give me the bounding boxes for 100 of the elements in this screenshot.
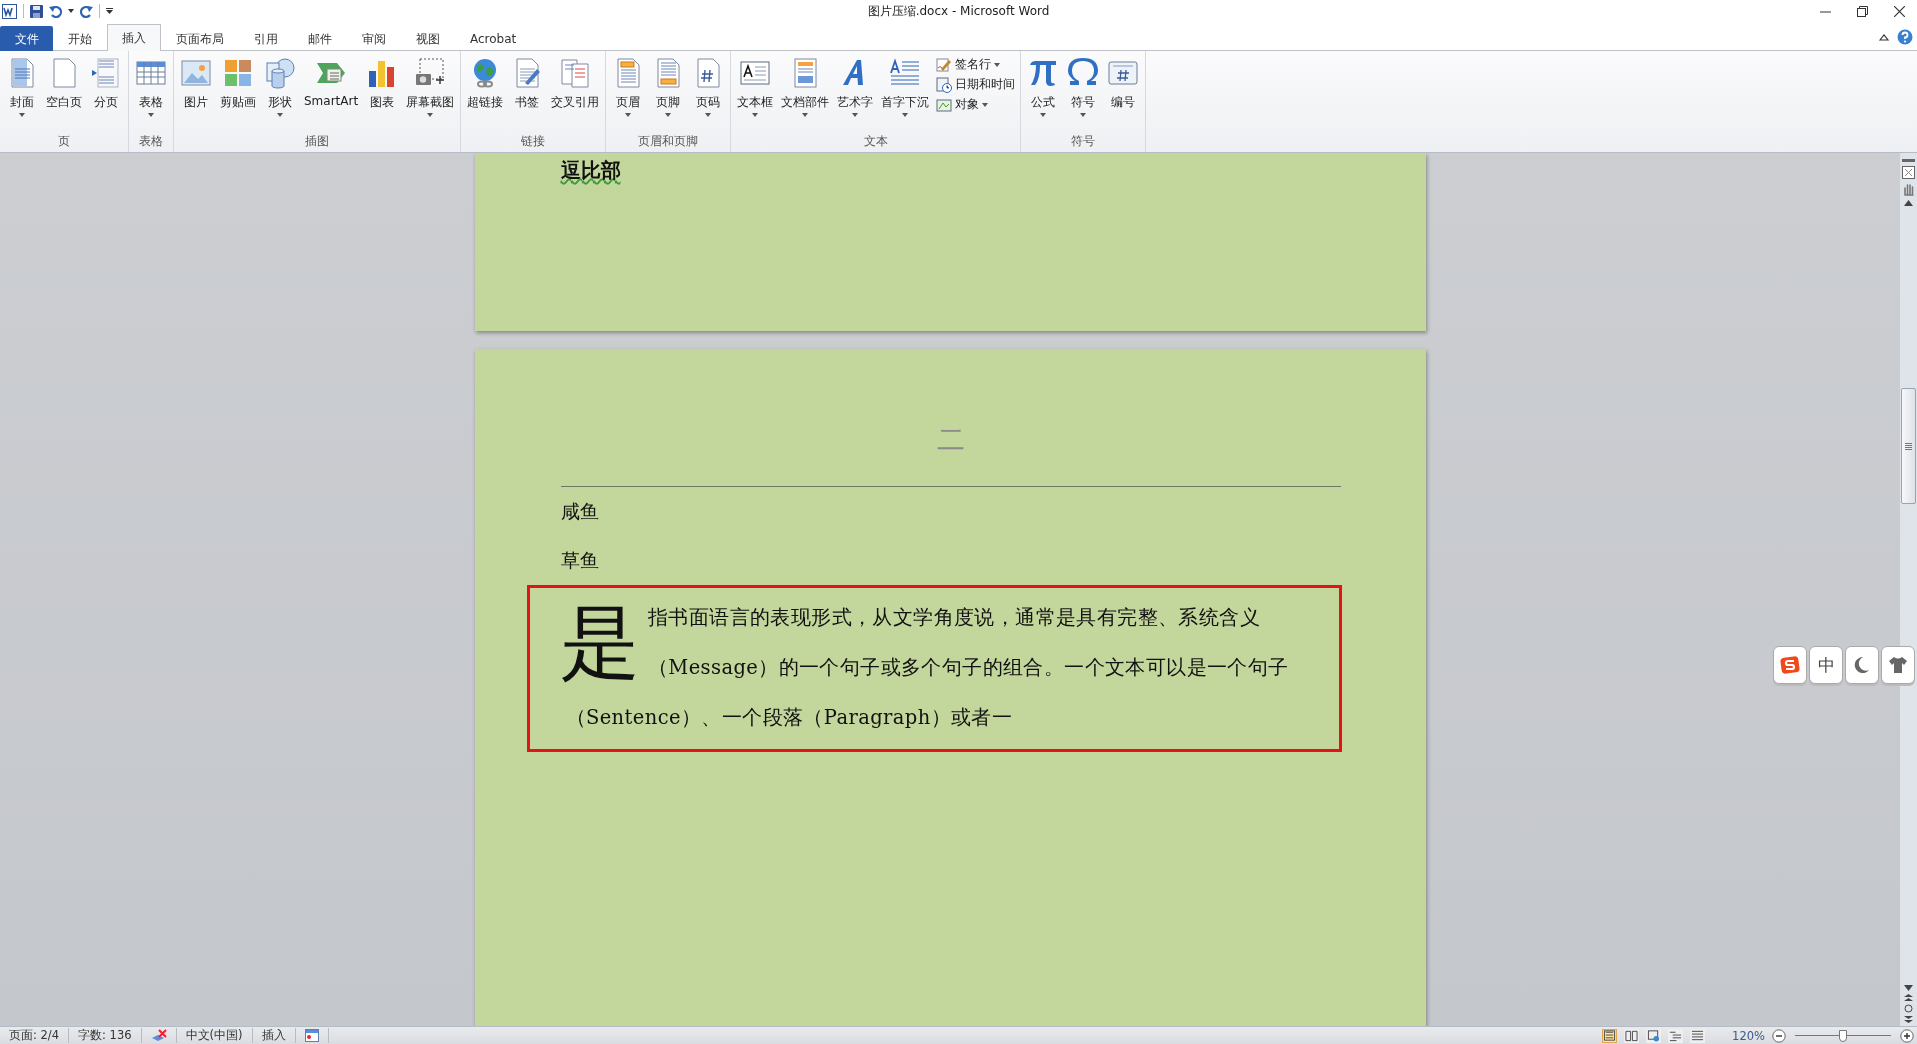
ribbon-tab[interactable]: 页面布局 [161,26,239,51]
page-header-text: 二 [936,423,965,456]
ribbon-tab[interactable]: 引用 [239,26,293,51]
ribbon-button[interactable]: 日期和时间 [933,75,1019,94]
zoom-in-icon[interactable] [1900,1028,1914,1043]
ribbon-button[interactable]: 图表 [362,55,403,131]
group-label: 页眉和页脚 [637,133,700,150]
ribbon-button[interactable]: 签名行 [933,55,1019,74]
previous-page-icon[interactable] [1904,994,1913,1001]
insert-mode-status[interactable]: 插入 [261,1028,286,1043]
shirt-icon[interactable] [1888,656,1908,674]
ribbon-button[interactable]: 空白页 [42,55,86,131]
macro-recording-icon[interactable] [304,1029,319,1042]
ime-mode-key[interactable]: 中 [1809,646,1843,684]
hand-icon[interactable] [1902,183,1915,196]
caret-icon[interactable] [427,113,434,117]
caret-icon[interactable] [665,113,672,117]
scroll-down-icon[interactable] [1904,985,1913,991]
view-button[interactable] [1668,1028,1684,1043]
ribbon-button[interactable]: 表格 [131,55,171,131]
redo-icon[interactable] [80,4,93,18]
ribbon-button[interactable]: 首字下沉 [877,55,934,131]
help-icon[interactable] [1897,29,1913,45]
paragraph-text: 咸鱼 [560,499,600,524]
caret-icon[interactable] [277,113,283,117]
grip-icon [1905,442,1912,450]
image-grid-icon [222,57,254,89]
caret-icon[interactable] [1080,113,1087,117]
picture-icon [180,57,212,89]
caret-icon[interactable] [982,102,989,107]
restore-icon[interactable] [1857,5,1868,17]
ribbon-tab[interactable]: 邮件 [293,26,347,51]
ribbon-button[interactable]: 超链接 [463,55,508,131]
caret-icon[interactable] [902,113,909,117]
caret-icon[interactable] [994,62,1001,67]
caret-icon[interactable] [148,113,154,117]
ribbon-button[interactable]: 形状 [260,55,300,131]
ribbon-button[interactable]: 公式 [1023,55,1064,131]
ribbon-tab[interactable]: 视图 [401,26,455,51]
ribbon-button[interactable]: 封面 [2,55,42,131]
view-button[interactable] [1624,1028,1640,1043]
view-button[interactable] [1602,1028,1618,1043]
two-documents-icon [559,57,592,89]
caret-icon[interactable] [705,113,712,117]
language-status[interactable]: 中文(中国) [185,1028,243,1043]
scroll-up-icon[interactable] [1904,200,1913,206]
undo-icon[interactable] [49,4,62,18]
browse-circle-icon[interactable] [1904,1004,1913,1013]
ribbon-button[interactable]: 剪贴画 [216,55,260,131]
ribbon-tab[interactable]: 开始 [53,26,107,51]
zoom-slider-thumb[interactable] [1839,1029,1847,1042]
caret-icon[interactable] [752,113,759,117]
object-icon [936,96,953,113]
print-layout-icon [1603,1029,1617,1042]
page-break-icon [90,57,122,89]
caret-icon[interactable] [852,113,859,117]
page-count[interactable]: 页面: 2/4 [9,1028,60,1043]
ribbon-button[interactable]: 页码 [688,55,729,131]
group-label: 表格 [138,133,164,150]
ribbon-button[interactable]: 页脚 [648,55,689,131]
caret-icon[interactable] [625,113,632,117]
save-icon[interactable] [30,4,43,18]
ribbon-button[interactable]: 分页 [86,55,126,131]
ribbon-button[interactable]: 艺术字 [833,55,878,131]
ribbon-button[interactable]: 文本框 [733,55,778,131]
caret-icon[interactable] [19,113,25,117]
zoom-out-icon[interactable] [1772,1028,1786,1043]
ribbon-tab[interactable]: Acrobat [455,26,532,51]
ribbon-button[interactable]: 页眉 [608,55,649,131]
scrollbar-thumb[interactable] [1901,388,1916,504]
ribbon-button[interactable]: 书签 [507,55,548,131]
word-logo-icon[interactable] [2,3,17,19]
next-page-icon[interactable] [1904,1016,1913,1023]
file-menu-button[interactable]: 文件 [0,26,53,51]
ribbon-button[interactable]: SmartArt [300,55,363,131]
moon-icon[interactable] [1854,656,1870,674]
split-handle-icon[interactable] [1902,159,1915,162]
caret-icon[interactable] [1040,113,1047,117]
ribbon-button[interactable]: 编号 [1103,55,1144,131]
ribbon-button[interactable]: 屏幕截图 [402,55,459,131]
logo-icon[interactable] [1780,655,1800,675]
browse-objects-icon[interactable] [1902,166,1915,179]
close-icon[interactable] [1894,5,1905,17]
word-count[interactable]: 字数: 136 [78,1028,132,1043]
group-label: 链接 [520,133,547,150]
ribbon-button[interactable]: 对象 [933,95,1019,114]
ribbon-button[interactable]: 交叉引用 [547,55,604,131]
ribbon-button[interactable]: 图片 [176,55,216,131]
ribbon-button[interactable]: 文档部件 [777,55,834,131]
ribbon-tab[interactable]: 插入 [107,24,161,51]
caret-icon[interactable] [68,9,74,13]
ribbon-tab[interactable]: 审阅 [347,26,401,51]
ribbon-button[interactable]: 符号 [1063,55,1104,131]
caret-icon[interactable] [802,113,809,117]
zoom-level[interactable]: 120% [1732,1028,1765,1043]
spelling-check-icon[interactable] [150,1029,167,1042]
collapse-ribbon-icon[interactable] [1879,33,1889,41]
customize-caret-icon[interactable] [106,8,113,14]
view-button[interactable] [1646,1028,1662,1043]
view-button[interactable] [1690,1028,1706,1043]
